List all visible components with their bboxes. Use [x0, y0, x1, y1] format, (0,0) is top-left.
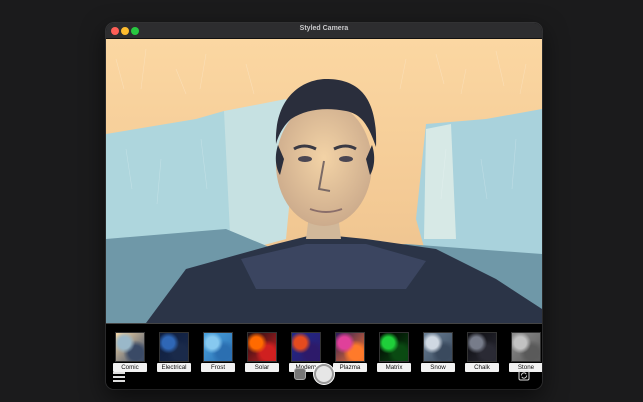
filter-label: Chalk	[465, 363, 499, 372]
app-window: Styled Camera Comic Electrical Frost Sol…	[106, 23, 542, 389]
camera-preview	[106, 39, 542, 323]
shutter-button[interactable]	[314, 364, 334, 384]
filter-solar[interactable]: Solar	[245, 332, 279, 372]
filter-thumbnail	[511, 332, 541, 362]
hamburger-menu-icon[interactable]	[113, 372, 127, 384]
photo-gallery-icon[interactable]	[294, 368, 306, 380]
filter-chalk[interactable]: Chalk	[465, 332, 499, 372]
filter-label: Solar	[245, 363, 279, 372]
filter-label: Electrical	[157, 363, 191, 372]
switch-camera-icon[interactable]	[518, 368, 530, 381]
filter-thumbnail	[379, 332, 409, 362]
title-bar: Styled Camera	[106, 23, 542, 39]
filter-thumbnail	[467, 332, 497, 362]
filter-thumbnail	[115, 332, 145, 362]
filter-thumbnail	[203, 332, 233, 362]
filter-label: Frost	[201, 363, 235, 372]
filter-plazma[interactable]: Plazma	[333, 332, 367, 372]
filter-thumbnail	[291, 332, 321, 362]
filter-frost[interactable]: Frost	[201, 332, 235, 372]
window-title: Styled Camera	[299, 25, 349, 32]
filter-thumbnail	[247, 332, 277, 362]
filter-electrical[interactable]: Electrical	[157, 332, 191, 372]
filter-thumbnail	[335, 332, 365, 362]
filter-label: Matrix	[377, 363, 411, 372]
filter-stone[interactable]: Stone	[509, 332, 542, 372]
filter-label: Snow	[421, 363, 455, 372]
filter-matrix[interactable]: Matrix	[377, 332, 411, 372]
filter-snow[interactable]: Snow	[421, 332, 455, 372]
filter-thumbnail	[423, 332, 453, 362]
filter-label: Comic	[113, 363, 147, 372]
filter-label: Plazma	[333, 363, 367, 372]
filter-comic[interactable]: Comic	[113, 332, 147, 372]
camera-toolbar	[106, 364, 542, 389]
filter-thumbnail	[159, 332, 189, 362]
desktop: Styled Camera Comic Electrical Frost Sol…	[0, 0, 643, 402]
